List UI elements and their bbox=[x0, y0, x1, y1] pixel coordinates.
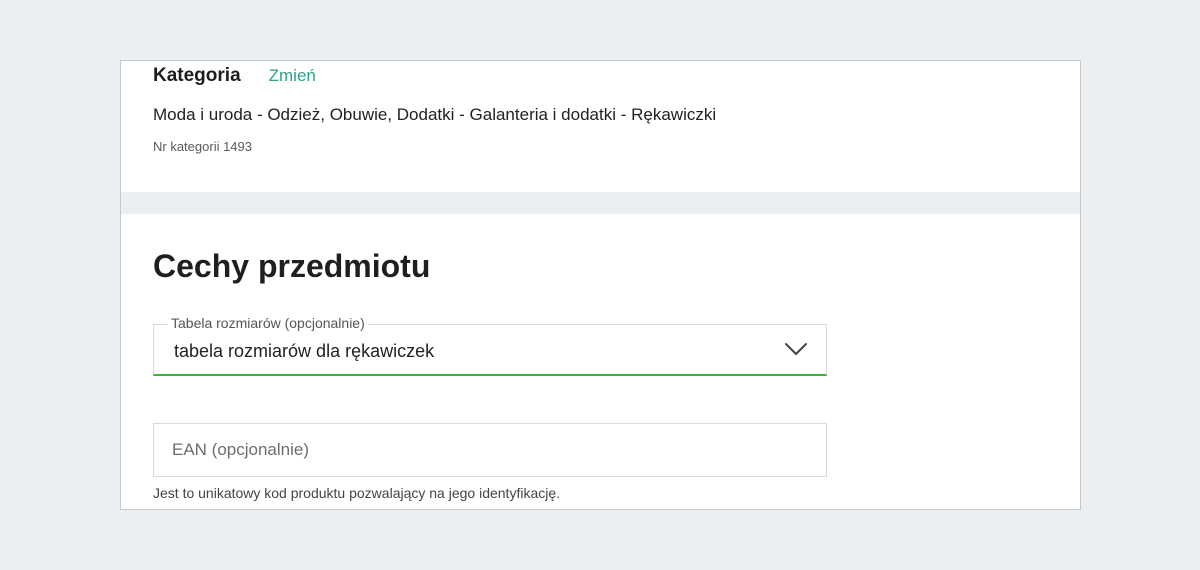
section-divider bbox=[121, 192, 1080, 214]
chevron-down-icon[interactable] bbox=[784, 339, 808, 359]
category-path: Moda i uroda - Odzież, Obuwie, Dodatki -… bbox=[153, 105, 717, 124]
category-number: Nr kategorii 1493 bbox=[153, 139, 252, 154]
ean-field[interactable] bbox=[153, 423, 827, 477]
category-title: Kategoria bbox=[153, 65, 241, 86]
category-section: Kategoria Zmień Moda i uroda - Odzież, O… bbox=[121, 61, 1080, 191]
features-title: Cechy przedmiotu bbox=[153, 248, 431, 284]
size-table-select[interactable]: Tabela rozmiarów (opcjonalnie) tabela ro… bbox=[153, 315, 827, 376]
listing-form-panel: Kategoria Zmień Moda i uroda - Odzież, O… bbox=[120, 60, 1081, 510]
size-table-selected-value: tabela rozmiarów dla rękawiczek bbox=[174, 341, 435, 361]
category-header: Kategoria Zmień bbox=[153, 65, 316, 87]
size-table-label: Tabela rozmiarów (opcjonalnie) bbox=[168, 315, 368, 331]
ean-input[interactable] bbox=[172, 424, 802, 476]
change-category-link[interactable]: Zmień bbox=[269, 66, 316, 86]
item-features-section: Cechy przedmiotu Tabela rozmiarów (opcjo… bbox=[121, 214, 1080, 509]
ean-helper-text: Jest to unikatowy kod produktu pozwalają… bbox=[153, 485, 561, 501]
